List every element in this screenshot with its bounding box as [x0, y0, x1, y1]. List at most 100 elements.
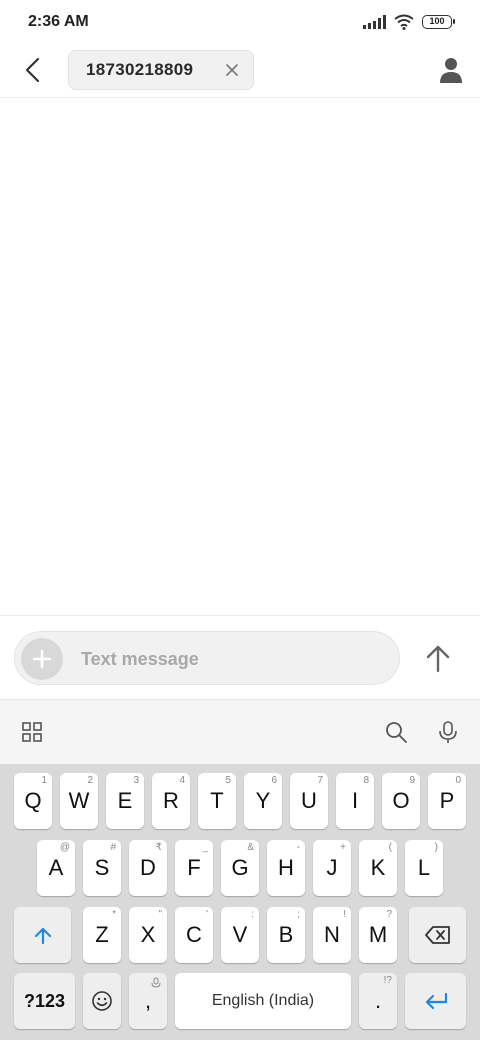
key-hint: 9 — [409, 775, 415, 786]
key-hint: 0 — [455, 775, 461, 786]
key-label: C — [186, 922, 202, 947]
search-icon[interactable] — [384, 720, 408, 744]
backspace-key[interactable] — [409, 907, 466, 963]
comma-key[interactable]: , — [129, 973, 167, 1029]
key-hint: 5 — [225, 775, 231, 786]
key-l[interactable]: ) L — [405, 840, 443, 896]
key-g[interactable]: & G — [221, 840, 259, 896]
key-label: E — [117, 788, 133, 813]
key-hint: ' — [206, 909, 208, 920]
recipient-chip[interactable]: 18730218809 — [68, 50, 254, 90]
key-t[interactable]: 5T — [198, 773, 236, 829]
message-input-container — [14, 631, 400, 685]
period-key[interactable]: !? . — [359, 973, 397, 1029]
key-hint: ₹ — [155, 842, 162, 853]
key-label: H — [278, 855, 294, 880]
key-hint: 1 — [41, 775, 47, 786]
key-j[interactable]: + J — [313, 840, 351, 896]
key-m[interactable]: ? M — [359, 907, 397, 963]
emoji-key[interactable] — [83, 973, 121, 1029]
key-hint: @ — [59, 842, 70, 853]
send-icon[interactable] — [420, 641, 456, 677]
key-d[interactable]: ₹ D — [129, 840, 167, 896]
battery-icon: 100 — [422, 15, 455, 29]
wifi-icon — [394, 14, 414, 30]
key-hint: ? — [386, 909, 392, 920]
key-hint: 3 — [133, 775, 139, 786]
recipient-number: 18730218809 — [86, 60, 194, 79]
key-hint: 4 — [179, 775, 185, 786]
key-s[interactable]: # S — [83, 840, 121, 896]
key-label: V — [232, 922, 248, 947]
key-p[interactable]: 0P — [428, 773, 466, 829]
key-label: P — [439, 788, 455, 813]
status-icons: 100 — [363, 12, 455, 32]
key-hint: & — [247, 842, 254, 853]
key-r[interactable]: 4R — [152, 773, 190, 829]
key-z[interactable]: * Z — [83, 907, 121, 963]
key-o[interactable]: 9O — [382, 773, 420, 829]
space-key[interactable]: English (India) — [175, 973, 351, 1029]
key-x[interactable]: " X — [129, 907, 167, 963]
microphone-icon[interactable] — [436, 720, 460, 744]
key-w[interactable]: 2W — [60, 773, 98, 829]
key-label: Q — [24, 788, 42, 813]
key-label: T — [210, 788, 224, 813]
key-f[interactable]: _ F — [175, 840, 213, 896]
key-e[interactable]: 3E — [106, 773, 144, 829]
key-label: B — [278, 922, 294, 947]
symbols-key[interactable]: ?123 — [14, 973, 75, 1029]
contact-icon[interactable] — [438, 56, 464, 84]
key-b[interactable]: ; B — [267, 907, 305, 963]
shift-arrow-icon — [34, 927, 51, 945]
key-c[interactable]: ' C — [175, 907, 213, 963]
key-v[interactable]: :V — [221, 907, 259, 963]
status-time: 2:36 AM — [28, 13, 89, 30]
attach-button[interactable] — [21, 638, 63, 680]
shift-key[interactable] — [14, 907, 71, 963]
key-label: N — [324, 922, 340, 947]
key-label: I — [351, 788, 359, 813]
enter-key[interactable] — [405, 973, 466, 1029]
key-hint: 2 — [87, 775, 93, 786]
keyboard: ?123 , English (India) !? . 1 Q 2 W 3 E … — [0, 764, 480, 1040]
message-list — [0, 98, 480, 616]
key-label: R — [163, 788, 179, 813]
key-hint: _ — [202, 842, 208, 853]
key-y[interactable]: 6Y — [244, 773, 282, 829]
keyboard-toolbar — [0, 699, 480, 764]
message-input[interactable] — [81, 647, 381, 671]
messaging-screen: 2:36 AM 100 18730218809 Text message ?12… — [0, 0, 480, 1040]
key-hint: # — [110, 842, 116, 853]
apps-grid-icon[interactable] — [20, 720, 44, 744]
key-q[interactable]: 1Q — [14, 773, 52, 829]
key-hint: ) — [434, 842, 438, 853]
period-key-label: . — [374, 988, 382, 1013]
close-icon[interactable] — [225, 63, 239, 77]
key-hint: ( — [388, 842, 392, 853]
key-hint: 7 — [317, 775, 323, 786]
back-icon[interactable] — [18, 54, 50, 86]
key-hint: + — [340, 842, 346, 853]
key-label: L — [417, 855, 431, 880]
key-u[interactable]: 7U — [290, 773, 328, 829]
key-hint: 6 — [271, 775, 277, 786]
key-h[interactable]: -H — [267, 840, 305, 896]
key-n[interactable]: ! N — [313, 907, 351, 963]
key-label: W — [68, 788, 90, 813]
key-k[interactable]: (K — [359, 840, 397, 896]
key-a[interactable]: @ A — [37, 840, 75, 896]
key-label: O — [392, 788, 410, 813]
symbols-key-label: ?123 — [23, 990, 66, 1011]
signal-icon — [363, 15, 386, 29]
space-key-label: English (India) — [211, 992, 315, 1009]
key-hint: : — [251, 909, 254, 920]
composer-bar — [0, 617, 480, 699]
key-label: D — [140, 855, 156, 880]
status-bar: 2:36 AM 100 — [0, 0, 480, 44]
enter-icon — [425, 992, 447, 1010]
key-label: F — [187, 855, 201, 880]
key-i[interactable]: 8I — [336, 773, 374, 829]
key-label: J — [326, 855, 338, 880]
key-label: G — [231, 855, 249, 880]
